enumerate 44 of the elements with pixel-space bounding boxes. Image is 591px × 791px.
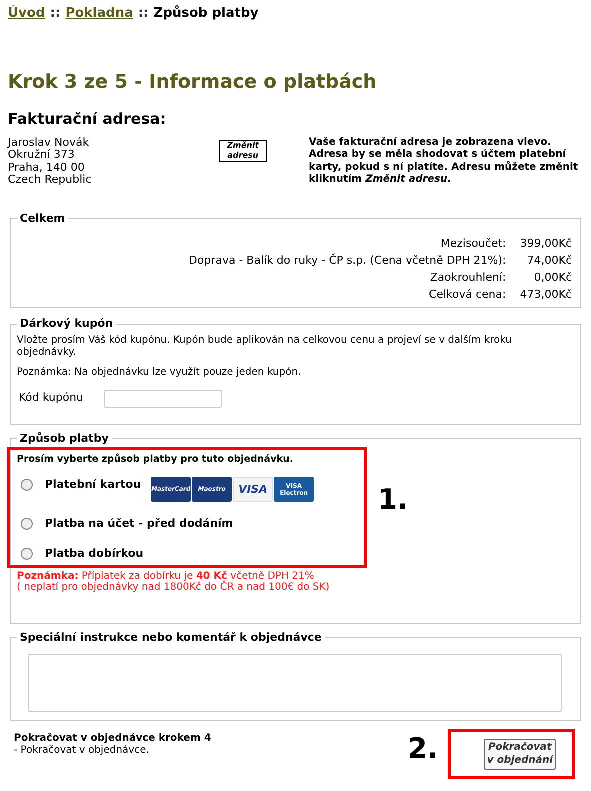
section-heading: Fakturační adresa: [8, 109, 168, 130]
address-line: Praha, 140 00 [8, 162, 86, 174]
section-title: Speciální instrukce nebo komentář k objednávce [19, 630, 323, 646]
continue-button[interactable]: Pokračovat v objednání [484, 738, 556, 770]
payment-note: Poznámka: Příplatek za dobírku je 40 Kč včetně DPH 21% [17, 571, 314, 582]
section-title: Dárkový kupón [19, 316, 114, 332]
total-value: 473,00Kč [520, 287, 572, 303]
section-title: Celkem [19, 210, 66, 226]
radio-button[interactable] [21, 548, 33, 560]
breadcrumb-link[interactable]: Pokladna [66, 4, 134, 24]
total-value: 0,00Kč [533, 270, 572, 286]
total-label: Mezisoučet: [440, 236, 506, 252]
card-logo: VISA [233, 477, 274, 502]
radio-button[interactable] [21, 518, 33, 530]
payment-note: ( neplatí pro objednávky nad 1800Kč do ČR a nad 100€ do SK) [17, 582, 331, 594]
breadcrumb-separator: :: [138, 5, 149, 23]
payment-prompt: Prosím vyberte způsob platby pro tuto objednávku. [17, 453, 294, 467]
radio-button[interactable] [21, 479, 33, 492]
billing-info-text: Vaše fakturační adresa je zobrazena vlevo. Adresa by se měla shodovat s účtem platební karty, pokud s ní platíte. Adresu můžete změnit kliknutím Změnit adresu. [309, 136, 580, 186]
payment-option-label[interactable]: Platba na účet - před dodáním [45, 516, 234, 532]
payment-option-label[interactable]: Platební kartou [45, 477, 142, 494]
change-address-button[interactable]: Změnit adresu [219, 140, 268, 162]
step-text: - Pokračovat v objednávce. [14, 745, 150, 757]
field-label: Kód kupónu [19, 390, 85, 406]
annotation-number: 2. [408, 732, 438, 766]
coupon-note: Poznámka: Na objednávku lze využít pouze jeden kupón. [17, 366, 302, 380]
total-label: Doprava - Balík do ruky - ČP s.p. (Cena včetně DPH 21%): [188, 252, 506, 269]
address-line: Jaroslav Novák [8, 136, 90, 148]
total-value: 399,00Kč [520, 236, 572, 252]
coupon-input-field[interactable] [104, 390, 222, 408]
annotation-number: 1. [378, 482, 408, 518]
total-value: 74,00Kč [526, 253, 572, 269]
payment-option-label[interactable]: Platba dobírkou [45, 546, 144, 562]
breadcrumb-separator: :: [50, 5, 61, 23]
section-title: Způsob platby [19, 430, 110, 446]
page-heading: Krok 3 ze 5 - Informace o platbách [8, 70, 378, 94]
total-label: Celková cena: [428, 287, 506, 303]
address-line: Okružní 373 [8, 149, 76, 162]
total-label: Zaokrouhlení: [429, 270, 506, 286]
step-title: Pokračovat v objednávce krokem 4 [14, 733, 212, 745]
address-line: Czech Republic [8, 174, 93, 186]
breadcrumb-current: Způsob platby [154, 4, 259, 23]
coupon-text: Vložte prosím Váš kód kupónu. Kupón bude aplikován na celkovou cenu a projeví se v dalším kroku objednávky. [17, 334, 513, 358]
breadcrumb-link[interactable]: Úvod [8, 4, 46, 24]
